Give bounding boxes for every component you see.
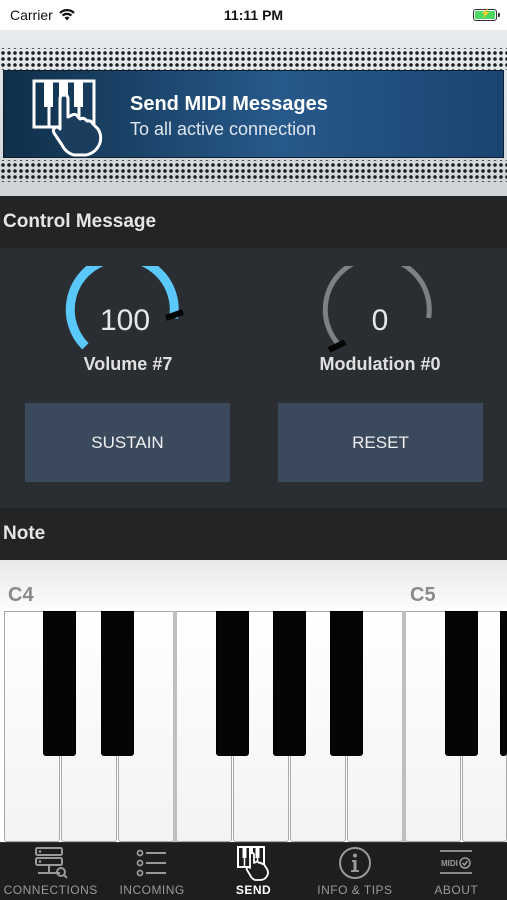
octave-label-c4: C4 — [8, 584, 34, 606]
tab-about[interactable]: MIDI ABOUT — [406, 843, 507, 900]
volume-value: 100 — [99, 304, 151, 337]
tab-label: INFO & TIPS — [317, 883, 393, 897]
sustain-button[interactable]: SUSTAIN — [25, 403, 230, 482]
tab-bar: CONNECTIONS INCOMING SEND INFO & TIPS MI… — [0, 842, 507, 900]
tab-label: INCOMING — [119, 883, 185, 897]
status-time: 11:11 PM — [223, 7, 284, 23]
octave-divider — [402, 611, 406, 842]
info-icon — [338, 847, 371, 879]
carrier-label: Carrier — [10, 7, 53, 23]
status-right — [377, 8, 500, 21]
banner-panel: Send MIDI Messages To all active connect… — [3, 70, 504, 158]
wifi-icon — [58, 9, 75, 21]
volume-knob[interactable]: 100 — [60, 253, 190, 350]
send-keyboard-icon — [236, 846, 269, 881]
tab-connections[interactable]: CONNECTIONS — [0, 843, 101, 900]
banner-title: Send MIDI Messages — [130, 93, 328, 115]
banner-subtitle: To all active connection — [130, 119, 317, 139]
black-key-d-sharp4[interactable] — [101, 611, 134, 756]
black-key-c-sharp4[interactable] — [43, 611, 76, 756]
midi-badge-text: MIDI — [441, 859, 458, 868]
connections-icon — [34, 847, 68, 879]
modulation-label: Modulation #0 — [319, 354, 441, 374]
tab-send[interactable]: SEND — [203, 843, 304, 900]
tab-info-tips[interactable]: INFO & TIPS — [304, 843, 405, 900]
section-title-note: Note — [3, 523, 46, 544]
status-bar: Carrier 11:11 PM — [0, 0, 507, 30]
black-key-g-sharp4[interactable] — [273, 611, 306, 756]
battery-icon — [473, 8, 500, 21]
tab-label: CONNECTIONS — [3, 883, 98, 897]
black-key-a-sharp4[interactable] — [330, 611, 363, 756]
tab-label: ABOUT — [434, 883, 479, 897]
incoming-list-icon — [136, 849, 167, 877]
octave-divider — [173, 611, 177, 842]
tab-label: SEND — [235, 883, 272, 897]
black-key-f-sharp4[interactable] — [216, 611, 249, 756]
black-key-d-sharp5[interactable] — [500, 611, 507, 756]
perforated-strip-top — [0, 48, 507, 70]
modulation-value: 0 — [371, 304, 389, 337]
status-left: Carrier — [10, 7, 130, 23]
perforated-strip-bottom — [0, 160, 507, 182]
modulation-knob[interactable]: 0 — [315, 255, 445, 353]
control-area: 100 Volume #7 0 Modulation #0 SUSTAIN RE… — [0, 248, 507, 508]
piano-keyboard: C4 C5 — [0, 560, 507, 842]
keyboard-hand-icon — [32, 79, 103, 157]
section-header-control: Control Message — [0, 196, 507, 248]
about-midi-icon: MIDI — [440, 850, 473, 874]
volume-label: Volume #7 — [83, 354, 173, 374]
black-key-c-sharp5[interactable] — [445, 611, 478, 756]
header-banner: Send MIDI Messages To all active connect… — [0, 30, 507, 196]
reset-button[interactable]: RESET — [278, 403, 483, 482]
octave-label-c5: C5 — [410, 584, 436, 606]
modulation-knob-indicator — [327, 339, 347, 353]
section-title-control: Control Message — [3, 211, 157, 232]
section-header-note: Note — [0, 508, 507, 560]
tab-incoming[interactable]: INCOMING — [101, 843, 202, 900]
